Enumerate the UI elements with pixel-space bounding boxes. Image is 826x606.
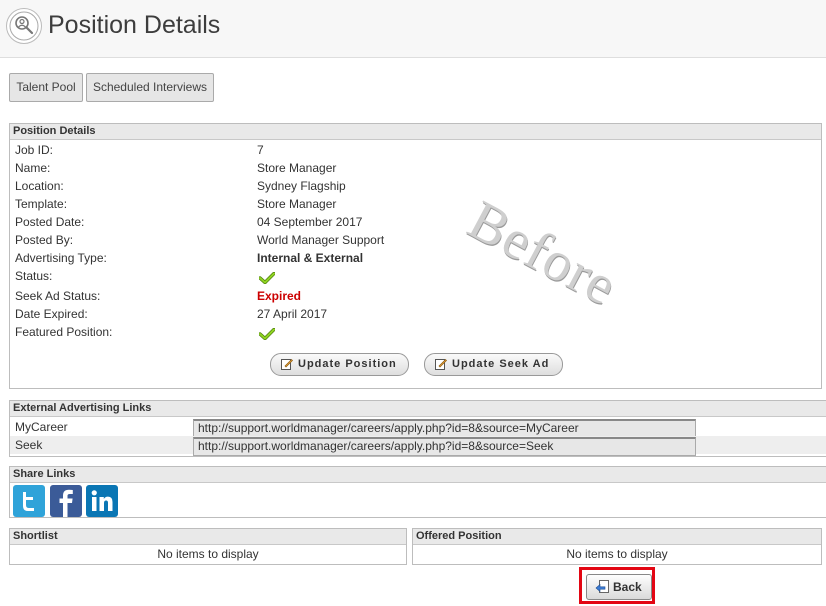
shortlist-heading: Shortlist xyxy=(10,529,406,545)
linkedin-icon[interactable] xyxy=(86,485,118,517)
seek-url-field[interactable]: http://support.worldmanager/careers/appl… xyxy=(193,437,696,456)
share-links-panel: Share Links xyxy=(9,466,826,518)
update-seek-ad-button[interactable]: Update Seek Ad xyxy=(424,353,563,376)
edit-icon xyxy=(281,359,293,370)
offered-empty-text: No items to display xyxy=(566,547,668,561)
posted-by-value: World Manager Support xyxy=(257,233,385,247)
update-position-label: Update Position xyxy=(298,358,397,370)
external-links-panel: External Advertising Links MyCareer http… xyxy=(9,400,826,457)
posted-date-label: Posted Date: xyxy=(15,215,85,229)
job-id-value: 7 xyxy=(257,143,264,157)
page-header: Position Details xyxy=(0,0,826,58)
position-details-panel: Position Details Job ID: 7 Name: Store M… xyxy=(9,123,822,389)
template-label: Template: xyxy=(15,197,68,211)
advertising-type-value: Internal & External xyxy=(257,251,364,265)
status-check-icon xyxy=(259,272,275,284)
featured-position-label: Featured Position: xyxy=(15,325,113,339)
location-value: Sydney Flagship xyxy=(257,179,346,193)
location-label: Location: xyxy=(15,179,64,193)
share-links-heading: Share Links xyxy=(10,467,826,483)
job-id-label: Job ID: xyxy=(15,143,54,157)
external-links-heading: External Advertising Links xyxy=(10,401,826,417)
position-details-heading: Position Details xyxy=(10,124,821,140)
posted-by-label: Posted By: xyxy=(15,233,74,247)
update-position-button[interactable]: Update Position xyxy=(270,353,409,376)
page-title: Position Details xyxy=(48,11,221,39)
seek-ad-status-value: Expired xyxy=(257,289,302,303)
update-seek-ad-label: Update Seek Ad xyxy=(452,358,550,370)
date-expired-label: Date Expired: xyxy=(15,307,88,321)
featured-check-icon xyxy=(259,328,275,340)
seek-ad-status-label: Seek Ad Status: xyxy=(15,289,101,303)
offered-position-panel: Offered Position No items to display xyxy=(412,528,822,565)
tab-talent-pool[interactable]: Talent Pool xyxy=(9,73,83,102)
back-arrow-icon xyxy=(595,580,609,593)
date-expired-value: 27 April 2017 xyxy=(257,307,328,321)
mycareer-label: MyCareer xyxy=(15,420,68,434)
status-label: Status: xyxy=(15,269,53,283)
facebook-icon[interactable] xyxy=(50,485,82,517)
edit-icon xyxy=(435,359,447,370)
offered-position-heading: Offered Position xyxy=(413,529,821,545)
name-label: Name: xyxy=(15,161,51,175)
link-row-mycareer: MyCareer http://support.worldmanager/car… xyxy=(10,418,826,438)
back-button[interactable]: Back xyxy=(586,574,652,600)
position-search-icon xyxy=(6,8,42,44)
twitter-icon[interactable] xyxy=(13,485,45,517)
link-row-seek: Seek http://support.worldmanager/careers… xyxy=(10,436,826,456)
tab-scheduled-interviews[interactable]: Scheduled Interviews xyxy=(86,73,214,102)
posted-date-value: 04 September 2017 xyxy=(257,215,363,229)
shortlist-empty-text: No items to display xyxy=(157,547,259,561)
back-label: Back xyxy=(613,580,642,594)
seek-label: Seek xyxy=(15,438,43,452)
name-value: Store Manager xyxy=(257,161,337,175)
shortlist-panel: Shortlist No items to display xyxy=(9,528,407,565)
template-value: Store Manager xyxy=(257,197,337,211)
advertising-type-label: Advertising Type: xyxy=(15,251,107,265)
